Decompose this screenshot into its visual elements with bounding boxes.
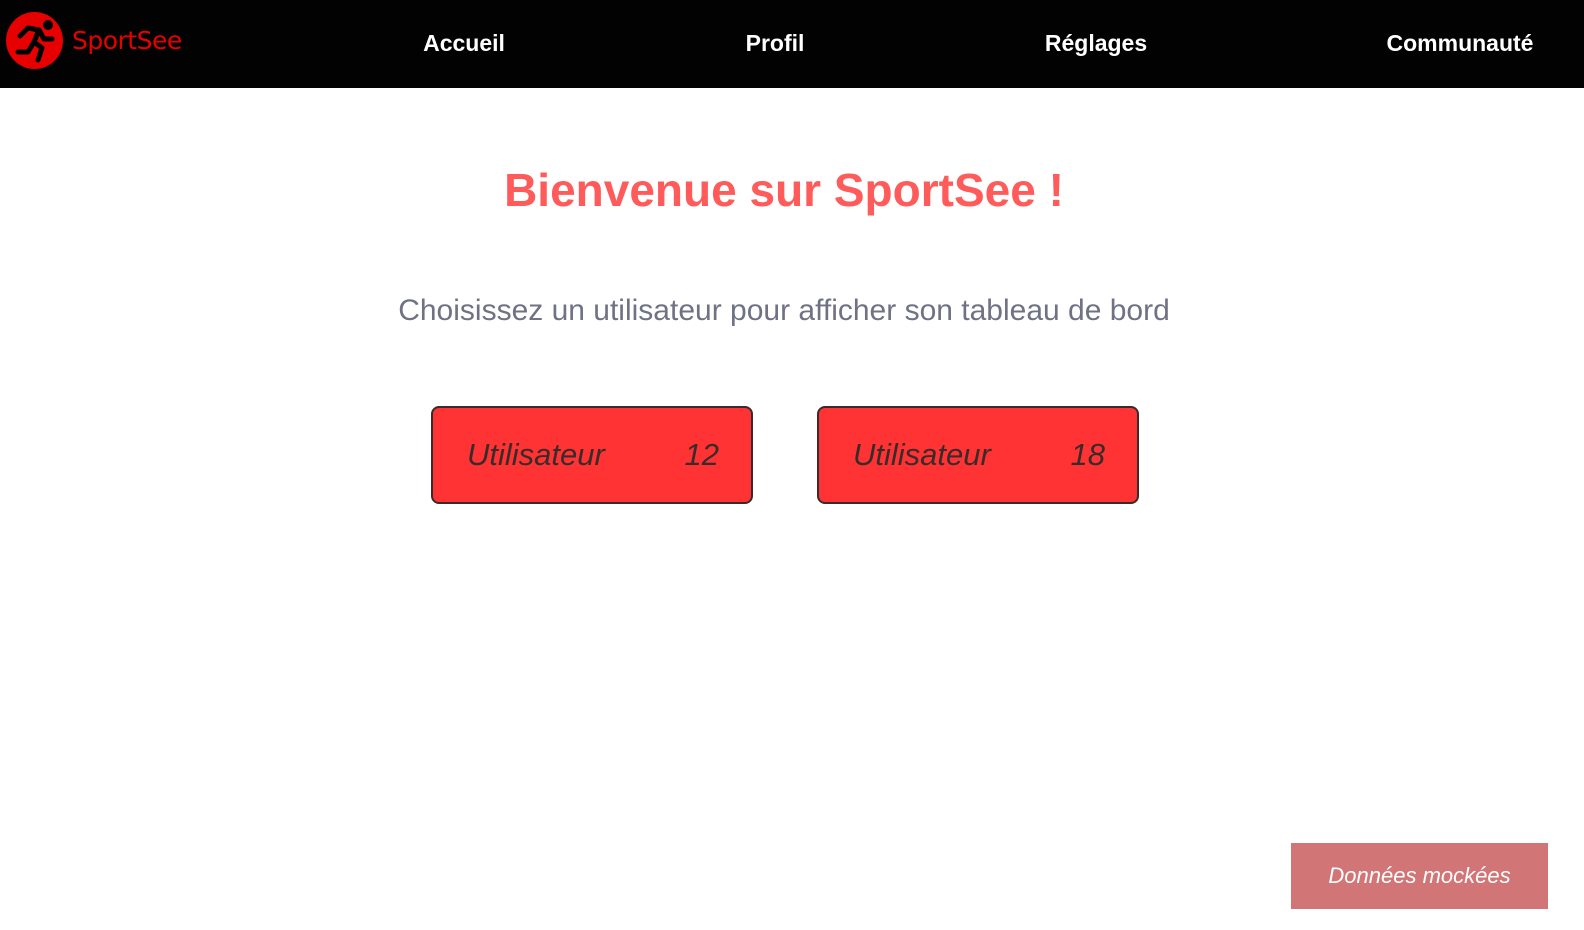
user-18-button[interactable]: Utilisateur 18 bbox=[817, 406, 1139, 504]
top-navbar: SportSee Accueil Profil Réglages Communa… bbox=[0, 0, 1584, 88]
user-button-id: 18 bbox=[1070, 437, 1105, 472]
user-button-label: Utilisateur bbox=[467, 437, 605, 472]
page-title: Bienvenue sur SportSee ! bbox=[504, 164, 1064, 216]
user-button-id: 12 bbox=[684, 437, 719, 472]
logo[interactable]: SportSee bbox=[6, 12, 182, 69]
user-12-button[interactable]: Utilisateur 12 bbox=[431, 406, 753, 504]
logo-text: SportSee bbox=[72, 26, 182, 55]
mock-data-toggle-button[interactable]: Données mockées bbox=[1291, 843, 1548, 909]
nav-communaute[interactable]: Communauté bbox=[1387, 30, 1534, 57]
runner-logo-icon bbox=[6, 12, 63, 69]
page-subtitle: Choisissez un utilisateur pour afficher … bbox=[398, 294, 1170, 327]
user-button-label: Utilisateur bbox=[853, 437, 991, 472]
nav-reglages[interactable]: Réglages bbox=[1045, 30, 1147, 57]
nav-profil[interactable]: Profil bbox=[746, 30, 805, 57]
nav-accueil[interactable]: Accueil bbox=[423, 30, 505, 57]
